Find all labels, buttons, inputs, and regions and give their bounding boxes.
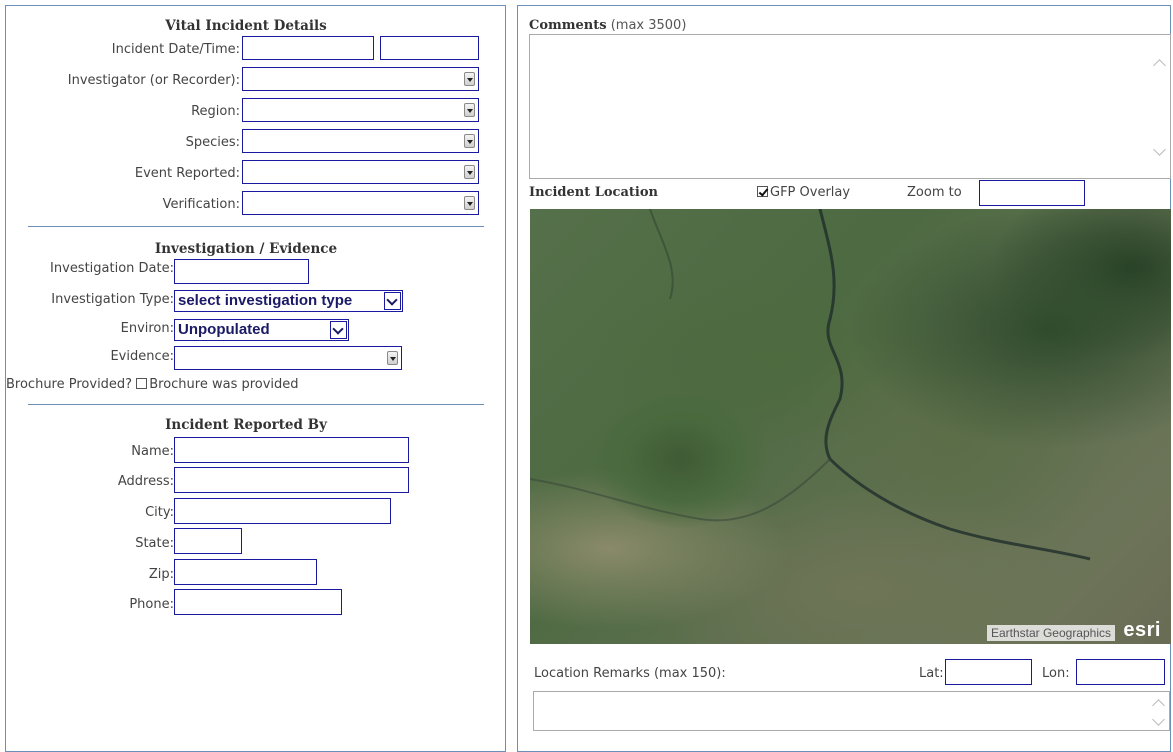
zoom-to-input[interactable] [979,180,1085,206]
comments-max-note: (max 3500) [610,18,687,33]
lon-label: Lon: [1042,666,1070,681]
map-river-overlay [530,209,1091,561]
brochure-provided-label: Brochure Provided? [6,377,133,392]
investigation-type-select[interactable]: select investigation type [174,290,403,312]
region-select[interactable] [242,98,479,122]
dropdown-arrow-icon [464,196,475,210]
investigator-label: Investigator (or Recorder): [67,73,240,88]
scroll-up-icon[interactable] [1153,59,1166,72]
comments-textarea[interactable] [529,34,1171,179]
investigation-type-label: Investigation Type: [51,292,174,307]
lat-label: Lat: [919,666,944,681]
incident-details-panel: Vital Incident Details Incident Date/Tim… [5,5,506,752]
location-remarks-label: Location Remarks (max 150): [534,666,726,681]
event-reported-label: Event Reported: [134,166,240,181]
gfp-overlay-checkbox[interactable] [757,186,768,197]
investigation-type-value: select investigation type [178,292,353,309]
comments-label: Comments [529,18,607,33]
investigation-evidence-title: Investigation / Evidence [154,241,338,257]
phone-input[interactable] [174,589,342,615]
environ-value: Unpopulated [178,321,270,338]
event-reported-select[interactable] [242,160,479,184]
zoom-to-label: Zoom to [907,185,962,200]
city-label: City: [145,505,174,520]
state-label: State: [135,536,174,551]
brochure-row: Brochure Provided? Brochure was provided [6,377,299,392]
region-label: Region: [191,104,240,119]
environ-label: Environ: [120,321,174,336]
section-divider [28,404,484,405]
state-input[interactable] [174,528,242,554]
gfp-overlay-toggle[interactable]: GFP Overlay [757,185,850,200]
environ-select[interactable]: Unpopulated [174,319,349,341]
address-label: Address: [117,474,174,489]
incident-time-input[interactable] [380,36,479,60]
evidence-select[interactable] [174,346,402,370]
verification-select[interactable] [242,191,479,215]
vital-incident-details-title: Vital Incident Details [165,18,327,34]
verification-label: Verification: [162,197,240,212]
zip-label: Zip: [148,567,174,582]
species-label: Species: [185,135,240,150]
investigation-date-label: Investigation Date: [50,261,174,276]
species-select[interactable] [242,129,479,153]
incident-date-input[interactable] [242,36,374,60]
brochure-checkbox-label[interactable]: Brochure was provided [149,377,298,392]
name-input[interactable] [174,437,409,463]
scroll-down-icon[interactable] [1153,143,1166,156]
dropdown-arrow-icon [387,351,398,365]
dropdown-arrow-icon [464,103,475,117]
dropdown-arrow-icon [464,72,475,86]
zip-input[interactable] [174,559,317,585]
investigator-select[interactable] [242,67,479,91]
investigation-date-input[interactable] [174,259,309,284]
satellite-map[interactable]: Earthstar Geographics esri [530,209,1171,644]
lon-input[interactable] [1076,659,1165,685]
brochure-checkbox[interactable] [136,378,148,389]
comments-location-panel: Comments (max 3500) Incident Location GF… [517,5,1171,752]
address-input[interactable] [174,467,409,493]
chevron-down-icon [330,321,347,339]
chevron-down-icon [384,292,401,310]
scroll-down-icon[interactable] [1152,713,1165,726]
phone-label: Phone: [129,597,174,612]
scroll-up-icon[interactable] [1152,699,1165,712]
comments-heading: Comments (max 3500) [529,18,686,33]
gfp-overlay-label: GFP Overlay [770,185,851,200]
lat-input[interactable] [945,659,1032,685]
city-input[interactable] [174,498,391,524]
evidence-label: Evidence: [110,349,174,364]
esri-logo-icon: esri [1123,619,1161,641]
name-label: Name: [131,444,174,459]
incident-location-title: Incident Location [529,185,658,200]
incident-date-time-label: Incident Date/Time: [111,42,240,57]
dropdown-arrow-icon [464,165,475,179]
dropdown-arrow-icon [464,134,475,148]
section-divider [28,226,484,227]
incident-reported-by-title: Incident Reported By [165,417,327,433]
location-remarks-textarea[interactable] [533,691,1170,731]
map-attribution: Earthstar Geographics [986,625,1115,641]
